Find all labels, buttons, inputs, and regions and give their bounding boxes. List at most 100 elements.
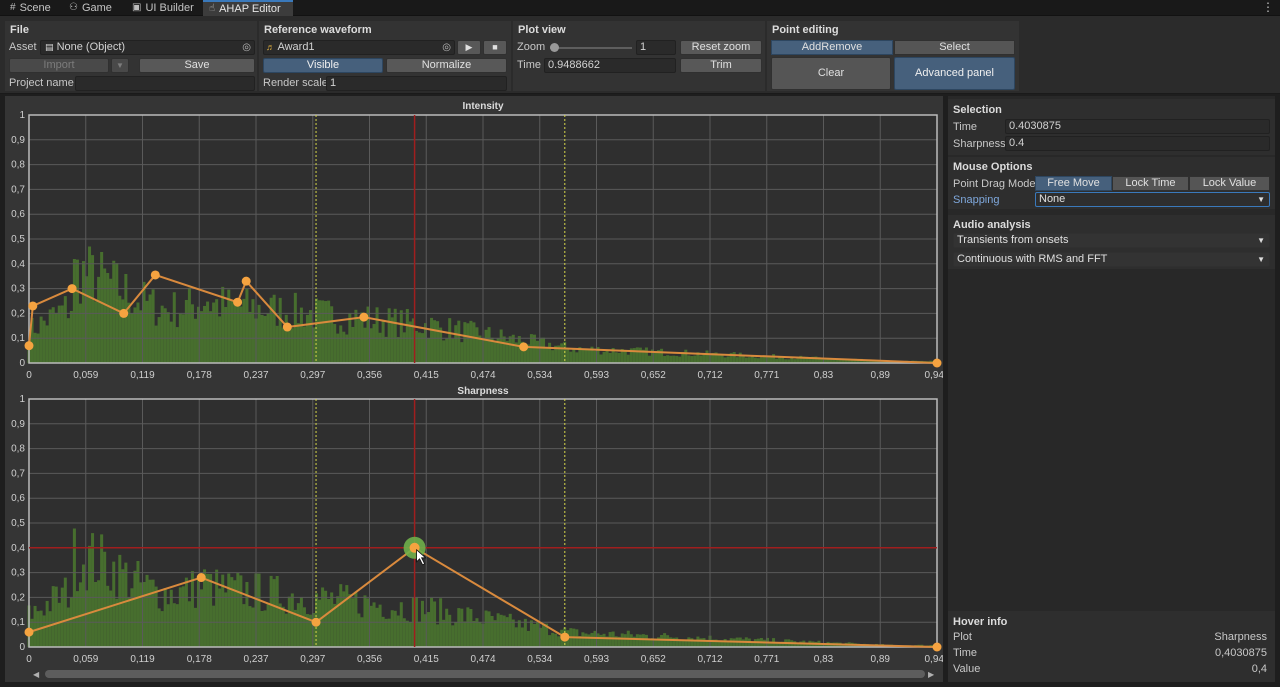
data-point[interactable] (241, 276, 251, 286)
save-button[interactable]: Save (139, 58, 255, 73)
plot-view-group: Plot view Zoom 1 Reset zoom Time 0.94886… (513, 21, 765, 91)
snapping-dropdown[interactable]: None ▼ (1035, 192, 1270, 207)
lock-time-button[interactable]: Lock Time (1112, 176, 1189, 191)
transients-dropdown[interactable]: Transients from onsets ▼ (953, 233, 1270, 248)
x-tick-label: 0,059 (73, 654, 98, 665)
hover-value-value: 0,4 (1251, 663, 1267, 675)
asset-object-field[interactable]: ▤ None (Object) ◎ (40, 40, 255, 55)
plots-canvas[interactable]: Intensity00,10,20,30,40,50,60,70,80,910 0… (5, 96, 943, 682)
audio-clip-field[interactable]: ♬ Award1 ◎ (263, 40, 455, 55)
x-tick-label: 0,534 (527, 370, 552, 381)
plot-title: Intensity (462, 101, 504, 112)
lock-value-button[interactable]: Lock Value (1189, 176, 1270, 191)
tab-ahap-editor[interactable]: ☝ AHAP Editor (203, 0, 293, 16)
data-point[interactable] (932, 358, 942, 368)
scroll-left-icon[interactable]: ◀ (33, 670, 40, 679)
select-mode-button[interactable]: Select (894, 40, 1015, 55)
free-move-button[interactable]: Free Move (1035, 176, 1112, 191)
y-tick-label: 0,5 (11, 234, 25, 245)
continuous-dropdown[interactable]: Continuous with RMS and FFT ▼ (953, 252, 1270, 267)
tab-game[interactable]: ⚇ Game (63, 0, 118, 16)
snapping-label: Snapping (953, 194, 1000, 206)
x-tick-label: 0,83 (814, 370, 834, 381)
x-tick-label: 0,474 (470, 654, 495, 665)
data-point[interactable] (67, 284, 77, 294)
continuous-value: Continuous with RMS and FFT (957, 253, 1108, 265)
editor-tab-bar: # Scene ⚇ Game ▣ UI Builder ☝ AHAP Edito… (0, 0, 1280, 16)
tab-scene[interactable]: # Scene (4, 0, 57, 16)
selection-title: Selection (953, 104, 1002, 116)
time-field[interactable]: 0.9488662 (544, 58, 676, 73)
intensity-plot[interactable]: Intensity 0 0,1 0,2 0,3 0,4 0,5 0,6 0,7 0,8 0,9 1 0 0… (11, 101, 943, 381)
x-tick-label: 0,356 (357, 370, 382, 381)
data-point[interactable] (196, 573, 206, 583)
data-point[interactable] (519, 342, 529, 352)
add-remove-mode-button[interactable]: AddRemove (771, 40, 893, 55)
selection-sharpness-field[interactable]: 0.4 (1005, 136, 1270, 151)
data-point[interactable] (560, 632, 570, 642)
y-tick-label: 0 (19, 358, 25, 369)
data-point[interactable] (359, 312, 369, 322)
audio-analysis-section: Audio analysis Transients from onsets ▼ … (948, 215, 1275, 269)
render-scale-field[interactable]: 1 (326, 76, 507, 91)
x-tick-label: 0,237 (243, 370, 268, 381)
plot-view-title: Plot view (518, 24, 566, 36)
data-point[interactable] (932, 642, 942, 652)
tab-ui-builder[interactable]: ▣ UI Builder (126, 0, 200, 16)
data-point[interactable] (150, 270, 160, 280)
x-tick-label: 0,356 (357, 654, 382, 665)
reset-zoom-button[interactable]: Reset zoom (680, 40, 762, 55)
zoom-slider-thumb[interactable] (550, 43, 559, 52)
y-tick-label: 0,4 (11, 543, 25, 554)
scroll-right-icon[interactable]: ▶ (928, 670, 935, 679)
play-button[interactable]: ▶ (457, 40, 481, 55)
data-point[interactable] (233, 297, 243, 307)
y-tick-label: 0,9 (11, 419, 25, 430)
zoom-field[interactable]: 1 (636, 40, 676, 55)
inspector-panel: Selection Time 0.4030875 Sharpness 0.4 M… (948, 96, 1275, 682)
hover-time-label: Time (953, 647, 978, 659)
x-tick-label: 0,237 (243, 654, 268, 665)
scrollbar-thumb[interactable] (45, 670, 925, 678)
project-name-field[interactable] (75, 76, 255, 91)
x-tick-label: 0,712 (697, 370, 722, 381)
stop-button[interactable]: ■ (483, 40, 507, 55)
data-point[interactable] (24, 627, 34, 637)
trim-button[interactable]: Trim (680, 58, 762, 73)
advanced-panel-button[interactable]: Advanced panel (894, 57, 1015, 90)
hover-time-value: 0,4030875 (1215, 647, 1267, 659)
reference-waveform-title: Reference waveform (264, 24, 372, 36)
touch-icon: ☝ (209, 3, 216, 14)
hover-info-title: Hover info (953, 616, 1008, 628)
import-button[interactable]: Import (9, 58, 109, 73)
import-dropdown-icon[interactable]: ▼ (111, 58, 129, 73)
x-tick-label: 0,059 (73, 370, 98, 381)
data-point[interactable] (282, 322, 292, 332)
x-tick-label: 0,771 (754, 370, 779, 381)
horizontal-scrollbar[interactable]: ◀ ▶ (33, 670, 935, 679)
object-picker-icon[interactable]: ◎ (242, 42, 251, 54)
hover-plot-label: Plot (953, 631, 972, 643)
tab-label: Game (81, 2, 112, 14)
tab-label: UI Builder (145, 2, 194, 14)
y-tick-label: 0,3 (11, 284, 25, 295)
x-tick-label: 0 (26, 370, 32, 381)
data-point[interactable] (311, 617, 321, 627)
more-options-icon[interactable]: ⋮ (1262, 0, 1274, 16)
y-tick-label: 0,8 (11, 444, 25, 455)
sharpness-plot[interactable]: Sharpness 0 0,1 0,2 0,3 0,4 0,5 0,6 0,7 0,8 0,9 1 0 0… (11, 386, 943, 665)
data-point[interactable] (119, 308, 129, 318)
reference-waveform-group: Reference waveform ♬ Award1 ◎ ▶ ■ Visibl… (259, 21, 511, 91)
clear-button[interactable]: Clear (771, 57, 891, 90)
file-icon: ▤ (45, 42, 54, 52)
x-tick-label: 0,534 (527, 654, 552, 665)
zoom-slider[interactable] (550, 43, 632, 54)
object-picker-icon[interactable]: ◎ (442, 42, 451, 54)
data-point[interactable] (28, 301, 38, 311)
normalize-button[interactable]: Normalize (386, 58, 507, 73)
x-tick-label: 0,771 (754, 654, 779, 665)
data-point[interactable] (24, 341, 34, 351)
visible-toggle-button[interactable]: Visible (263, 58, 383, 73)
selection-time-field[interactable]: 0.4030875 (1005, 119, 1270, 134)
y-tick-label: 0,3 (11, 568, 25, 579)
